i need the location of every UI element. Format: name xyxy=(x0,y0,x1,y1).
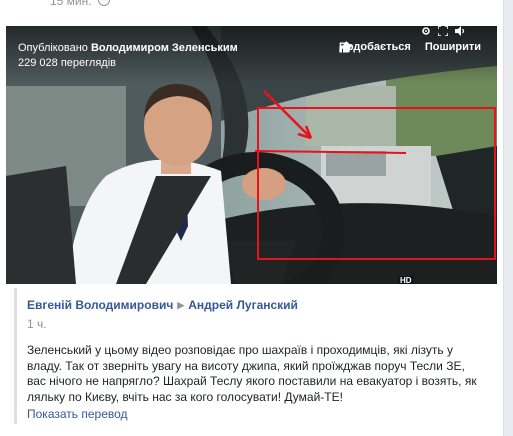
volume-icon[interactable] xyxy=(455,26,465,36)
video-publisher: Опубліковано Володимиром Зеленським xyxy=(18,41,238,56)
fullscreen-icon[interactable] xyxy=(438,26,448,36)
post-meta: 15 мин. xyxy=(50,0,110,8)
shared-post-header: Евгеній Володимирович ▶ Андрей Луганский xyxy=(27,298,298,312)
show-translation-link[interactable]: Показать перевод xyxy=(27,407,128,421)
play-arrow-icon: ▶ xyxy=(177,299,185,310)
video-actions: Подобається Поширити xyxy=(338,41,481,53)
post-card: 15 мин. Опубліковано Володимиром Зеленсь… xyxy=(0,0,504,436)
shared-post-time[interactable]: 1 ч. xyxy=(27,317,47,331)
share-label: Поширити xyxy=(424,41,481,53)
shared-post-message: Зеленський у цьому відео розповідає про … xyxy=(27,343,477,404)
view-count: 229 028 переглядів xyxy=(18,57,116,69)
published-prefix: Опубліковано xyxy=(18,42,88,54)
published-author[interactable]: Володимиром Зеленським xyxy=(91,42,238,54)
video-player[interactable]: Опубліковано Володимиром Зеленським 229 … xyxy=(6,26,497,284)
settings-gear-icon[interactable] xyxy=(421,26,431,36)
shared-target-link[interactable]: Андрей Луганский xyxy=(188,298,298,312)
shared-author-link[interactable]: Евгеній Володимирович xyxy=(27,298,173,312)
share-arrow-icon xyxy=(338,41,352,52)
post-time[interactable]: 15 мин. xyxy=(50,0,92,8)
shared-post: Евгеній Володимирович ▶ Андрей Луганский… xyxy=(14,288,499,424)
hd-badge[interactable]: HD xyxy=(398,276,414,284)
share-button[interactable]: Поширити xyxy=(338,41,481,53)
globe-icon xyxy=(97,0,110,6)
